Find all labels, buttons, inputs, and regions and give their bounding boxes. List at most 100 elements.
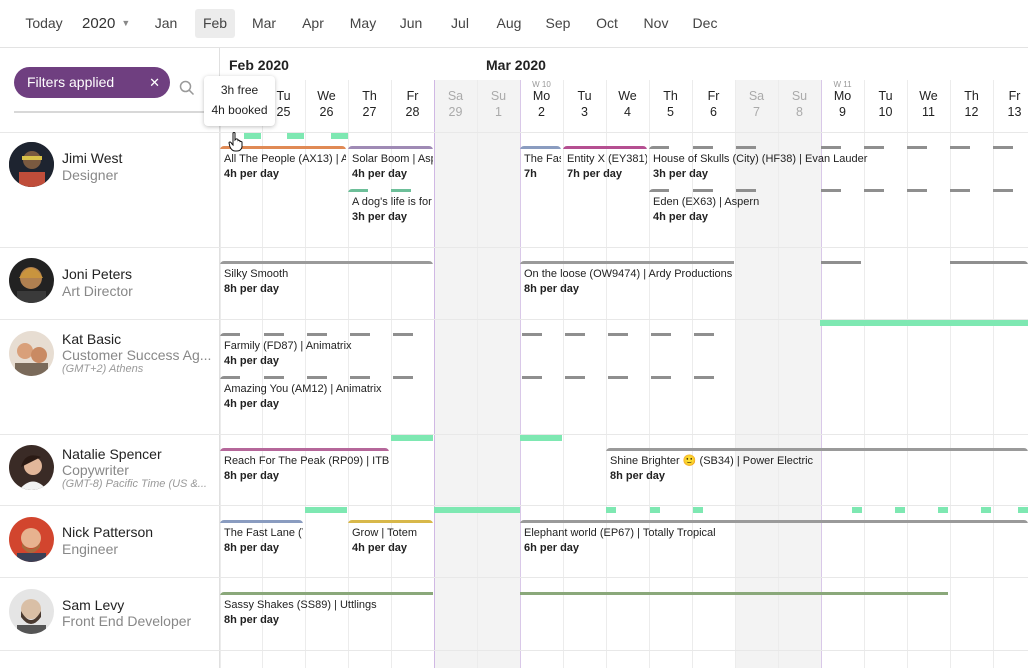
booking-block[interactable]: Sassy Shakes (SS89) | Uttlings 8h per da…: [220, 592, 1028, 633]
person-role: Copywriter: [62, 462, 129, 478]
month-nov[interactable]: Nov: [636, 9, 676, 38]
day-of-week: Th: [964, 89, 979, 103]
search-icon[interactable]: [178, 79, 196, 97]
person-timezone: (GMT+2) Athens: [62, 363, 144, 375]
month-dec[interactable]: Dec: [685, 9, 725, 38]
booking-title: Grow | Totem: [352, 527, 418, 539]
availability-bar: [305, 507, 347, 513]
booking-stripe: [907, 146, 927, 149]
booking-hours: 8h per day: [224, 470, 280, 482]
booking-stripe: [950, 146, 970, 149]
booking-hours: 6h per day: [524, 542, 580, 554]
booking-block[interactable]: The Fast Lane 7h: [520, 146, 561, 187]
booking-title: A dog's life is for life: [352, 196, 433, 208]
person-row-nick-patterson[interactable]: Nick Patterson Engineer: [0, 506, 219, 578]
booking-block[interactable]: Amazing You (AM12) | Animatrix 4h per da…: [220, 376, 733, 417]
day-header: Th 5: [649, 88, 692, 120]
day-of-week: We: [317, 89, 336, 103]
booking-stripe: [348, 189, 368, 192]
booking-block[interactable]: Elephant world (EP67) | Totally Tropical…: [520, 520, 1028, 561]
person-row-joni-peters[interactable]: Joni Peters Art Director: [0, 248, 219, 320]
day-of-week: Tu: [878, 89, 893, 103]
month-jun[interactable]: Jun: [391, 9, 431, 38]
booking-block[interactable]: House of Skulls (City) (HF38) | Evan Lau…: [649, 146, 1028, 187]
person-row-natalie-spencer[interactable]: Natalie Spencer Copywriter (GMT-8) Pacif…: [0, 435, 219, 506]
year-selector[interactable]: 2020 ▼: [82, 9, 130, 38]
day-of-week: Tu: [276, 89, 291, 103]
person-row-kat-basic[interactable]: Kat Basic Customer Success Ag... (GMT+2)…: [0, 320, 219, 435]
today-button[interactable]: Today: [18, 9, 70, 38]
person-role: Art Director: [62, 283, 133, 299]
person-row-sam-levy[interactable]: Sam Levy Front End Developer: [0, 578, 219, 668]
booking-stripe: [651, 333, 671, 336]
booking-title-suffix: (SB34) | Power Electric: [699, 455, 814, 467]
booking-stripe: [307, 333, 327, 336]
weekend-column: [434, 80, 477, 668]
booking-block[interactable]: The Fast Lane (TL01) 8h per day: [220, 520, 303, 561]
booking-stripe: [520, 146, 561, 149]
booking-block[interactable]: Silky Smooth 8h per day: [220, 261, 433, 302]
booking-stripe: [520, 520, 1028, 523]
month-mar[interactable]: Mar: [244, 9, 284, 38]
month-label: Feb 2020: [229, 57, 289, 73]
month-may[interactable]: May: [342, 9, 384, 38]
day-header: Su 8: [778, 88, 821, 120]
booking-block[interactable]: Farmily (FD87) | Animatrix 4h per day: [220, 333, 733, 374]
booking-block[interactable]: Entity X (EY381) | Totem 7h per day: [563, 146, 647, 187]
booking-stripe: [694, 333, 714, 336]
person-timezone: (GMT-8) Pacific Time (US &...: [62, 478, 207, 490]
day-header: Fr 13: [993, 88, 1028, 120]
booking-block[interactable]: On the loose (OW9474) | Ardy Productions…: [520, 261, 1028, 302]
row-divider: [0, 650, 1028, 651]
booking-stripe: [307, 376, 327, 379]
booking-stripe: [350, 333, 370, 336]
booking-stripe: [694, 376, 714, 379]
booking-stripe: [393, 376, 413, 379]
booking-block[interactable]: All The People (AX13) | Ap 4h per day: [220, 146, 346, 187]
person-row-jimi-west[interactable]: Jimi West Designer: [0, 133, 219, 248]
booking-stripe: [864, 146, 884, 149]
day-number: 27: [362, 105, 377, 119]
avatar: [9, 589, 54, 634]
month-oct[interactable]: Oct: [587, 9, 627, 38]
availability-bar: [981, 507, 991, 513]
availability-bar: [391, 435, 433, 441]
month-feb[interactable]: Feb: [195, 9, 235, 38]
booking-hours: 8h per day: [610, 470, 666, 482]
row-divider: [0, 505, 1028, 506]
avatar: [9, 331, 54, 376]
booking-hours: 4h per day: [224, 355, 280, 367]
hand-pointer-icon: [228, 132, 243, 152]
booking-hours: 8h per day: [224, 614, 280, 626]
person-role: Designer: [62, 167, 119, 183]
booking-block[interactable]: Solar Boom | Aspern 4h per day: [348, 146, 433, 187]
month-apr[interactable]: Apr: [293, 9, 333, 38]
day-of-week: Th: [663, 89, 678, 103]
month-label: Mar 2020: [486, 57, 546, 73]
month-aug[interactable]: Aug: [489, 9, 529, 38]
day-number: 10: [878, 105, 893, 119]
year-label: 2020: [82, 15, 116, 32]
month-sep[interactable]: Sep: [538, 9, 578, 38]
booking-hours: 7h: [524, 168, 537, 180]
filters-chip-label: Filters applied: [27, 74, 115, 90]
day-of-week: Mo: [532, 89, 551, 103]
booking-title: Elephant world (EP67) | Totally Tropical: [524, 527, 716, 539]
availability-bar: [895, 507, 905, 513]
booking-block[interactable]: Eden (EX63) | Aspern 4h per day: [649, 189, 1028, 230]
close-icon[interactable]: ✕: [149, 67, 160, 98]
booking-block[interactable]: A dog's life is for life 3h per day: [348, 189, 433, 230]
month-jan[interactable]: Jan: [146, 9, 186, 38]
booking-block[interactable]: Reach For The Peak (RP09) | ITBA 8h per …: [220, 448, 389, 489]
day-header: Th 12: [950, 88, 993, 120]
booking-stripe: [264, 333, 284, 336]
availability-bar: [244, 133, 261, 139]
availability-bar: [938, 507, 948, 513]
booking-title: Farmily (FD87) | Animatrix: [224, 340, 352, 352]
month-jul[interactable]: Jul: [440, 9, 480, 38]
booking-block[interactable]: Grow | Totem 4h per day: [348, 520, 433, 561]
filters-applied-chip[interactable]: Filters applied ✕: [14, 67, 170, 98]
booking-block[interactable]: Shine Brighter 🙂 (SB34) | Power Electric…: [606, 448, 1028, 489]
row-divider: [0, 577, 1028, 578]
booking-hours: 4h per day: [352, 542, 408, 554]
